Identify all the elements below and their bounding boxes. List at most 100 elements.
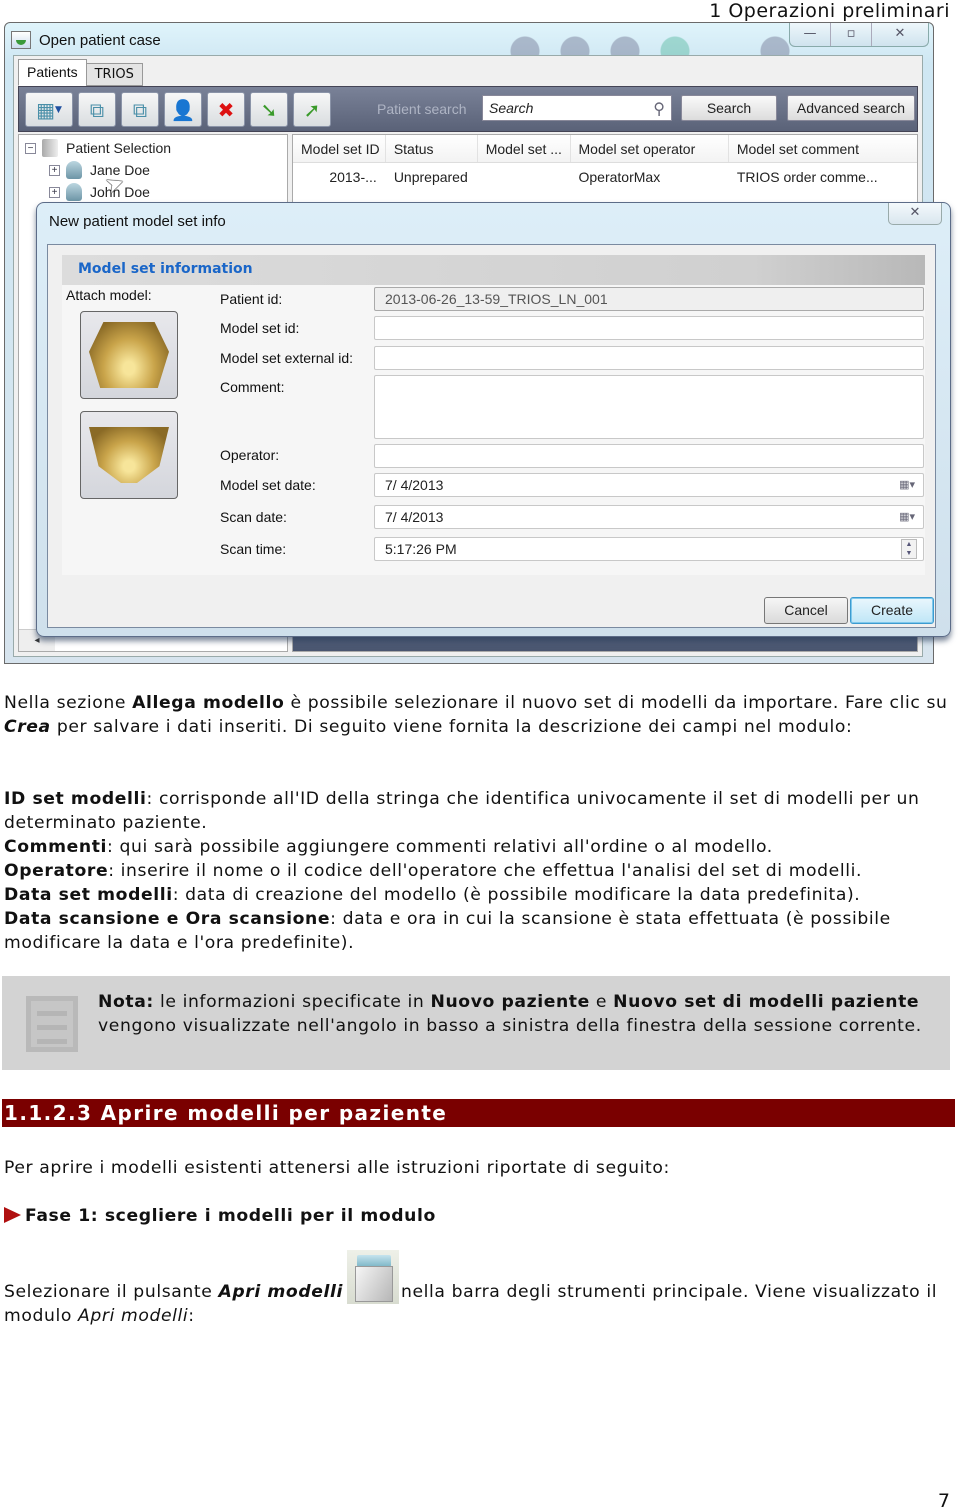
minimize-icon[interactable]: — [790,23,831,46]
definition-term: Commenti [4,837,108,857]
cell: 2013-... [329,169,377,185]
table-row[interactable]: 2013-... Unprepared OperatorMax TRIOS or… [293,163,917,191]
open-model-set-button[interactable]: ⧉ [121,92,159,127]
model-set-id-label: Model set id: [220,320,300,336]
comment-field[interactable] [374,375,924,439]
term-apri-modelli-form: Apri modelli [78,1306,189,1326]
definition-term: Data set modelli [4,885,173,905]
column-header[interactable]: Model set comment [729,135,917,162]
column-header[interactable]: Model set ID [293,135,386,162]
tree-item-patient[interactable]: + John Doe [49,183,150,201]
toolbar: ▦ ▼ ⧉ ⧉ 👤 ✖ ➘ ➚ Patient search Search ⚲ S… [18,86,918,132]
calendar-dropdown-icon[interactable]: ▦▾ [899,510,915,523]
section-title: Model set information [78,261,253,277]
search-button[interactable]: Search [681,95,777,121]
cancel-button[interactable]: Cancel [764,597,848,624]
term-nuovo-paziente: Nuovo paziente [430,992,590,1012]
view-mode-button[interactable]: ▦ ▼ [25,92,73,127]
definition-text: : qui sarà possibile aggiungere commenti… [107,837,773,857]
column-header[interactable]: Status [386,135,478,162]
search-placeholder: Search [489,100,534,116]
column-header[interactable]: Model set ... [478,135,571,162]
scan-time-label: Scan time: [220,541,287,557]
patient-id-field: 2013-06-26_13-59_TRIOS_LN_001 [374,287,924,311]
model-set-add-icon: ⧉ [89,97,105,122]
tree-root[interactable]: − Patient Selection [25,139,171,157]
text: è possibile selezionare il nuovo set di … [284,693,948,713]
term-apri-modelli: Apri modelli [218,1282,343,1302]
text: le informazioni specificate in [153,992,431,1012]
export-icon: ➚ [303,97,321,122]
definition-item: Operatore: inserire il nome o il codice … [4,859,954,883]
chapter-header: 1 Operazioni preliminari [709,0,950,22]
collapse-icon[interactable]: − [25,142,36,154]
text: vengono visualizzate nell'angolo in bass… [98,1016,922,1036]
tab-patients[interactable]: Patients [18,59,87,86]
section-heading: 1.1.2.3 Aprire modelli per paziente [2,1099,955,1127]
upper-model-button[interactable] [80,311,178,399]
field-definitions: ID set modelli: corrisponde all'ID della… [4,787,954,955]
export-button[interactable]: ➚ [293,92,331,127]
grid-header: Model set ID Status Model set ... Model … [293,135,917,163]
time-spinner[interactable]: ▲ ▼ [901,539,917,559]
text: e [589,992,614,1012]
close-icon[interactable]: ✕ [872,23,928,46]
notepad-icon [26,996,78,1052]
definition-item: Commenti: qui sarà possibile aggiungere … [4,835,954,859]
column-header[interactable]: Model set operator [571,135,729,162]
page-number: 7 [937,1490,950,1512]
import-button[interactable]: ➘ [250,92,288,127]
calendar-dropdown-icon[interactable]: ▦▾ [899,478,915,491]
scan-date-picker[interactable]: 7/ 4/2013 ▦▾ [374,505,924,529]
delete-patient-button[interactable]: ✖ [207,92,245,127]
scan-time-field[interactable]: 5:17:26 PM ▲ ▼ [374,537,924,561]
maximize-icon[interactable]: ▫ [831,23,872,46]
grid-icon: ▦ [36,97,55,122]
note-text: Nota: le informazioni specificate in Nuo… [98,990,928,1038]
tab-bar: Patients TRIOS [18,59,143,86]
patient-id-label: Patient id: [220,291,283,307]
model-set-external-id-label: Model set external id: [220,350,354,366]
expand-icon[interactable]: + [49,164,60,176]
window-controls: — ▫ ✕ [789,23,929,47]
section-heading-text: 1.1.2.3 Aprire modelli per paziente [4,1101,448,1125]
text: Selezionare il pulsante [4,1282,219,1302]
dialog-title: New patient model set info [49,213,226,230]
definition-text: : inserire il nome o il codice dell'oper… [108,861,863,881]
new-model-set-button[interactable]: ⧉ [78,92,116,127]
dialog-close-button[interactable]: ✕ [888,203,942,225]
patient-search-label: Patient search [377,101,467,117]
tree-item-patient[interactable]: + Jane Doe [49,161,150,179]
create-button[interactable]: Create [850,597,934,624]
lower-jaw-icon [89,427,169,483]
term-crea: Crea [4,717,51,737]
text: per salvare i dati inseriti. Di seguito … [50,717,853,737]
dialog-body: Model set information Attach model: Pati… [47,244,936,628]
cell: TRIOS order comme... [736,169,878,185]
text: : [188,1306,195,1326]
text: Nella sezione [4,693,133,713]
term-allega-modello: Allega modello [132,693,285,713]
search-input[interactable]: Search ⚲ [482,95,672,121]
step-heading: Fase 1: scegliere i modelli per il modul… [4,1204,954,1228]
step-text: : scegliere i modelli per il modulo [90,1206,436,1226]
attach-model-label: Attach model: [66,287,152,303]
intro-paragraph: Nella sezione Allega modello è possibile… [4,691,954,739]
new-model-set-dialog: New patient model set info ✕ Model set i… [36,202,951,637]
model-set-external-id-field[interactable] [374,346,924,370]
section-intro: Per aprire i modelli esistenti attenersi… [4,1158,670,1178]
advanced-search-button[interactable]: Advanced search [787,95,915,121]
step-arrow-icon [4,1207,21,1223]
lower-model-button[interactable] [80,411,178,499]
edit-patient-button[interactable]: 👤 [164,92,202,127]
expand-icon[interactable]: + [49,186,60,198]
patient-icon [66,161,82,179]
definition-term: ID set modelli [4,789,147,809]
search-icon[interactable]: ⚲ [653,99,665,119]
definition-item: Data scansione e Ora scansione: data e o… [4,907,954,955]
model-set-date-label: Model set date: [220,477,316,493]
tab-trios[interactable]: TRIOS [85,63,143,86]
model-set-date-picker[interactable]: 7/ 4/2013 ▦▾ [374,473,924,497]
operator-field[interactable] [374,444,924,468]
model-set-id-field[interactable] [374,316,924,340]
